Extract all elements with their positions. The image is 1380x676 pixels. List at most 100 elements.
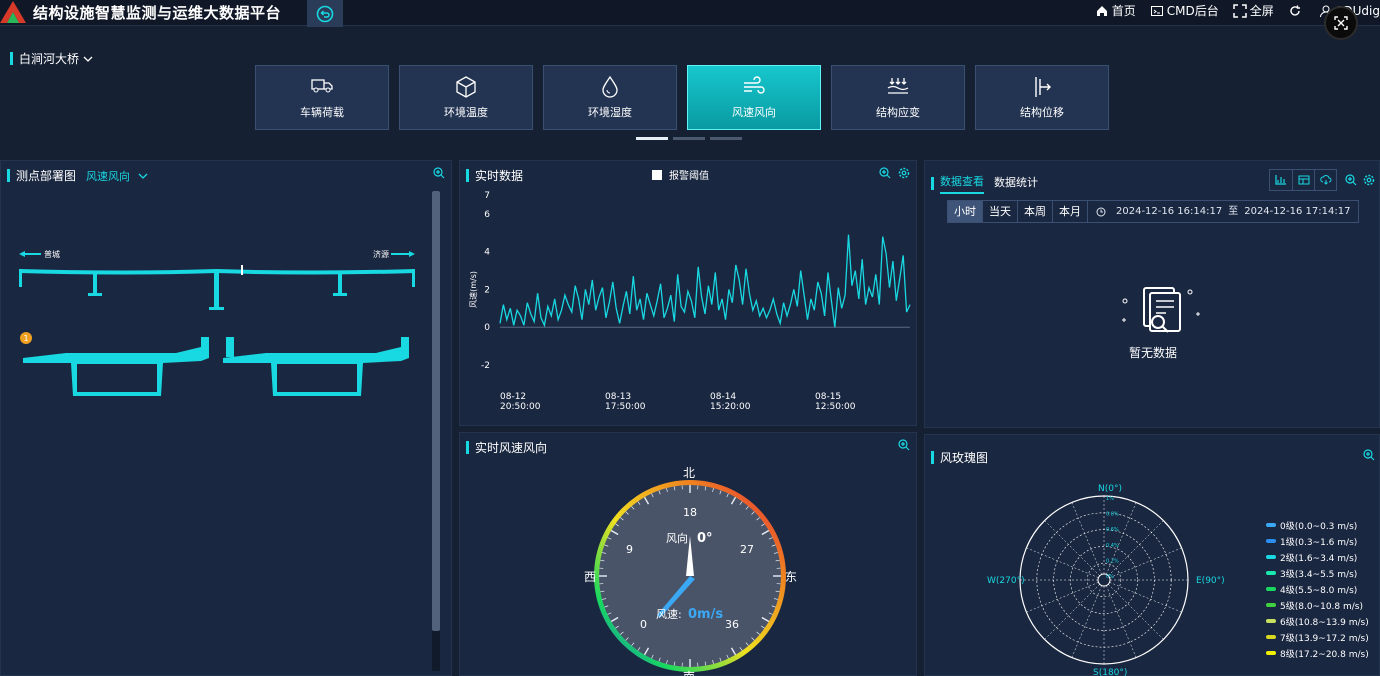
rose-legend-item[interactable]: 2级(1.6~3.4 m/s) xyxy=(1266,549,1369,565)
wind-gauge-header: 实时风速风向 xyxy=(466,439,547,456)
x-tick-date: 08-15 xyxy=(815,392,841,402)
chevron-down-icon xyxy=(138,173,147,179)
date-range-picker[interactable]: 2024-12-16 16:14:17 至 2024-12-16 17:14:1… xyxy=(1087,200,1359,223)
legend-swatch xyxy=(1266,587,1276,591)
realtime-title: 实时数据 xyxy=(475,169,524,183)
rose-ring-label: 0.6% xyxy=(1106,527,1119,533)
rose-legend-item[interactable]: 0级(0.0~0.3 m/s) xyxy=(1266,517,1369,533)
accent-bar xyxy=(466,169,469,182)
tab-data-view[interactable]: 数据查看 xyxy=(940,173,984,194)
wind-rose-header: 风玫瑰图 xyxy=(931,449,988,466)
range-week[interactable]: 本周 xyxy=(1017,200,1053,223)
displacement-icon xyxy=(1035,77,1051,97)
legend-label: 1级(0.3~1.6 m/s) xyxy=(1280,537,1358,548)
accent-bar xyxy=(466,441,469,454)
bar-chart-icon[interactable] xyxy=(1270,170,1292,190)
zoom-icon[interactable] xyxy=(898,439,910,451)
x-tick-time: 20:50:00 xyxy=(500,402,541,412)
layout-scrollbar[interactable] xyxy=(432,191,440,671)
tab-label: 风速风向 xyxy=(732,106,776,119)
tab-label: 结构应变 xyxy=(876,106,920,119)
home-icon xyxy=(1096,5,1107,16)
legend-label: 3级(3.4~5.5 m/s) xyxy=(1280,569,1358,580)
nav-home[interactable]: 首页 xyxy=(1095,2,1136,19)
nav-refresh[interactable] xyxy=(1288,4,1305,18)
legend-label: 7级(13.9~17.2 m/s) xyxy=(1280,633,1369,644)
range-hour[interactable]: 小时 xyxy=(947,200,983,223)
tab-data-stats[interactable]: 数据统计 xyxy=(994,174,1038,193)
back-icon xyxy=(316,5,334,22)
range-month[interactable]: 本月 xyxy=(1052,200,1088,223)
settings-icon[interactable] xyxy=(898,167,910,179)
wind-direction-label: 风向 xyxy=(666,531,688,545)
nav-cmd[interactable]: CMD后台 xyxy=(1150,2,1219,19)
rose-legend-item[interactable]: 6级(10.8~13.9 m/s) xyxy=(1266,613,1369,629)
wind-compass-gauge: 北 南 西 东 18 9 27 0 36 风向 0° 风速: 0m/s xyxy=(584,466,797,676)
carousel-dot[interactable] xyxy=(636,137,668,140)
rose-ring-label: 1% xyxy=(1106,496,1114,502)
nav-label: CMD后台 xyxy=(1166,4,1219,18)
nav-fullscreen[interactable]: 全屏 xyxy=(1233,2,1274,19)
alarm-threshold-toggle[interactable]: 报警阈值 xyxy=(652,167,709,182)
range-today[interactable]: 当天 xyxy=(982,200,1018,223)
zoom-icon[interactable] xyxy=(1345,174,1357,186)
rose-legend-item[interactable]: 7级(13.9~17.2 m/s) xyxy=(1266,629,1369,645)
gauge-tick-label: 27 xyxy=(740,543,754,556)
wind-icon xyxy=(744,76,765,94)
legend-swatch xyxy=(1266,651,1276,655)
tab-label: 结构位移 xyxy=(1020,106,1064,119)
wind-speed-line-chart: -2 0 2 4 6 7 风速(m/s) 08-1220:50:00 08-1317:50:00… xyxy=(469,191,911,412)
y-tick-label: 4 xyxy=(484,248,490,258)
chart-type-toggle xyxy=(1269,169,1337,191)
sensor-tabs: 车辆荷载 环境温度 环境湿度 风速风向 结构应变 结构位移 xyxy=(255,65,1119,130)
bridge-name: 白涧河大桥 xyxy=(19,52,80,66)
close-overlay-button[interactable] xyxy=(1324,6,1358,40)
back-button[interactable] xyxy=(307,0,343,27)
truck-icon xyxy=(311,79,333,93)
droplet-icon xyxy=(602,75,618,98)
tab-displacement[interactable]: 结构位移 xyxy=(975,65,1109,130)
strain-icon xyxy=(887,78,909,94)
bridge-elevation-diagram: 普城 济源 1 xyxy=(19,249,415,396)
cloud-download-icon[interactable] xyxy=(1314,170,1336,190)
tab-wind[interactable]: 风速风向 xyxy=(687,65,821,130)
carousel-dot[interactable] xyxy=(673,137,705,140)
rose-legend-item[interactable]: 8级(17.2~20.8 m/s) xyxy=(1266,645,1369,661)
bridge-selector[interactable]: 白涧河大桥 xyxy=(10,50,94,67)
rose-legend-item[interactable]: 3级(3.4~5.5 m/s) xyxy=(1266,565,1369,581)
gauge-tick-label: 0 xyxy=(640,618,647,631)
rose-legend-item[interactable]: 1级(0.3~1.6 m/s) xyxy=(1266,533,1369,549)
zoom-icon[interactable] xyxy=(879,167,891,179)
legend-swatch xyxy=(1266,635,1276,639)
y-tick-label: 7 xyxy=(484,191,490,201)
carousel-dot[interactable] xyxy=(710,137,742,140)
x-tick-date: 08-14 xyxy=(710,392,736,402)
table-icon[interactable] xyxy=(1292,170,1314,190)
layout-panel: 测点部署图 风速风向 普城 济源 1 xyxy=(0,160,452,676)
rose-grid: 1% 0.8% 0.6% 0.4% 0.2% 0% xyxy=(1019,495,1189,665)
tab-cube[interactable]: 环境温度 xyxy=(399,65,533,130)
alarm-checkbox[interactable] xyxy=(652,169,662,180)
wind-speed-label: 风速: xyxy=(656,608,682,621)
x-tick-date: 08-13 xyxy=(605,392,631,402)
rose-legend-item[interactable]: 5级(8.0~10.8 m/s) xyxy=(1266,597,1369,613)
compass-west: 西 xyxy=(584,570,596,584)
tab-strain[interactable]: 结构应变 xyxy=(831,65,965,130)
tab-truck[interactable]: 车辆荷载 xyxy=(255,65,389,130)
rose-spoke xyxy=(1044,584,1100,640)
accent-bar xyxy=(10,52,13,65)
top-bar: 结构设施智慧监测与运维大数据平台 首页 CMD后台 全屏 SDUdig xyxy=(0,0,1380,27)
y-tick-label: 0 xyxy=(484,323,490,333)
realtime-panel-header: 实时数据 xyxy=(466,167,523,184)
zoom-icon[interactable] xyxy=(1363,449,1375,461)
scrollbar-thumb[interactable] xyxy=(432,191,440,631)
layout-title: 测点部署图 xyxy=(16,169,77,183)
zoom-icon[interactable] xyxy=(433,167,445,179)
rose-spoke xyxy=(1026,582,1099,613)
settings-icon[interactable] xyxy=(1363,174,1375,186)
date-separator: 至 xyxy=(1228,206,1239,217)
rose-legend-item[interactable]: 4级(5.5~8.0 m/s) xyxy=(1266,581,1369,597)
legend-swatch xyxy=(1266,539,1276,543)
layout-type-select[interactable]: 风速风向 xyxy=(86,168,149,184)
tab-droplet[interactable]: 环境湿度 xyxy=(543,65,677,130)
